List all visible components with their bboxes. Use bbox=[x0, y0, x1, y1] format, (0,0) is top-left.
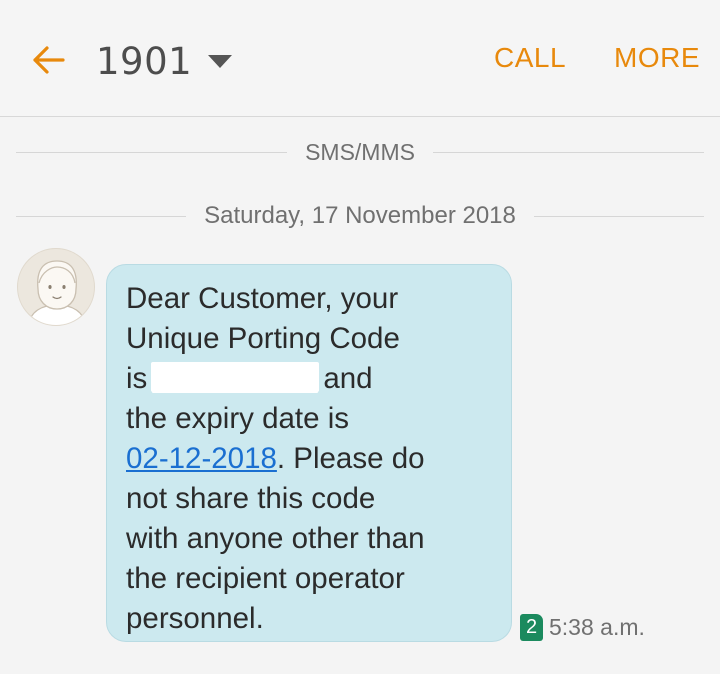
message-line: is and bbox=[126, 359, 495, 399]
message-line: Unique Porting Code bbox=[126, 322, 400, 355]
divider-line bbox=[533, 215, 704, 217]
redacted-code bbox=[151, 362, 320, 392]
message-line: the recipient operator bbox=[126, 562, 405, 595]
sim-slot-badge: 2 bbox=[520, 614, 543, 641]
message-line: the expiry date is bbox=[126, 402, 350, 435]
more-button[interactable]: MORE bbox=[614, 42, 700, 74]
message-text-fragment: . Please do bbox=[276, 442, 425, 475]
channel-label: SMS/MMS bbox=[305, 139, 415, 165]
contact-avatar-icon[interactable] bbox=[17, 248, 95, 326]
channel-divider: SMS/MMS bbox=[16, 139, 705, 166]
message-text-fragment: is bbox=[126, 362, 148, 395]
message-text-fragment: and bbox=[323, 362, 373, 395]
divider-line bbox=[16, 215, 187, 217]
contact-title-dropdown[interactable]: 1901 bbox=[96, 38, 233, 84]
message-text: Dear Customer, your Unique Porting Code … bbox=[126, 279, 495, 639]
contact-title: 1901 bbox=[96, 39, 193, 83]
message-line: with anyone other than bbox=[126, 522, 425, 555]
message-line: 02-12-2018. Please do bbox=[126, 439, 495, 479]
caret-down-icon bbox=[208, 54, 233, 73]
message-time: 5:38 a.m. bbox=[549, 614, 645, 640]
date-divider: Saturday, 17 November 2018 bbox=[16, 202, 704, 230]
message-line: not share this code bbox=[126, 482, 376, 515]
call-button[interactable]: CALL bbox=[494, 42, 566, 74]
message-bubble[interactable]: Dear Customer, your Unique Porting Code … bbox=[106, 264, 512, 642]
divider-line bbox=[432, 152, 705, 153]
date-label: Saturday, 17 November 2018 bbox=[204, 202, 516, 229]
expiry-date-link[interactable]: 02-12-2018 bbox=[126, 442, 277, 475]
message-line: personnel. bbox=[126, 602, 264, 635]
back-arrow-icon[interactable] bbox=[28, 40, 68, 80]
message-meta: 2 5:38 a.m. bbox=[520, 614, 645, 641]
message-line: Dear Customer, your bbox=[126, 282, 399, 315]
divider-line bbox=[16, 152, 288, 153]
app-bar: 1901 CALL MORE bbox=[0, 0, 720, 117]
